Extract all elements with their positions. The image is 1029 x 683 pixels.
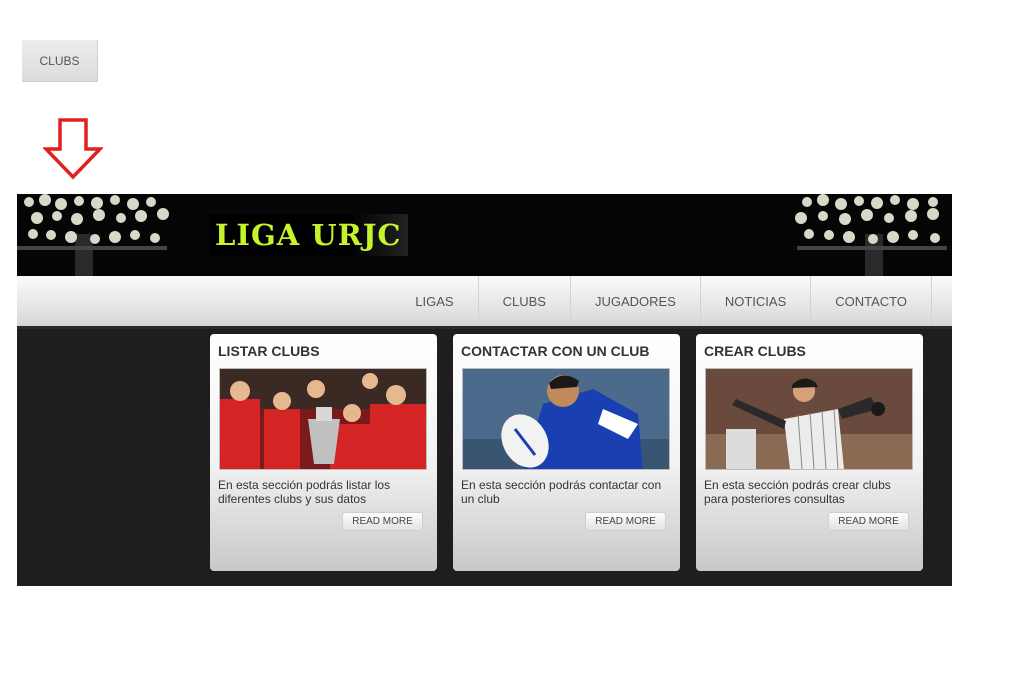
card-title: LISTAR CLUBS	[218, 343, 320, 359]
nav-item-jugadores[interactable]: JUGADORES	[569, 276, 700, 326]
nav-item-label: CONTACTO	[835, 293, 907, 309]
clubs-tab-label: CLUBS	[39, 53, 80, 68]
card-contactar-club: CONTACTAR CON UN CLUB En esta sección po…	[453, 334, 680, 571]
nav-item-label: LIGAS	[415, 293, 454, 309]
card-description: En esta sección podrás contactar con un …	[461, 478, 662, 506]
football-team-image	[219, 368, 427, 470]
main-navigation: LIGAS CLUBS JUGADORES NOTICIAS CONTACTO	[17, 276, 952, 329]
nav-item-ligas[interactable]: LIGAS	[391, 276, 477, 326]
read-more-button[interactable]: READ MORE	[828, 512, 909, 531]
nav-item-noticias[interactable]: NOTICIAS	[699, 276, 810, 326]
clubs-tab[interactable]: CLUBS	[22, 40, 98, 82]
card-listar-clubs: LISTAR CLUBS En esta sección podrás list…	[210, 334, 437, 571]
card-crear-clubs: CREAR CLUBS En esta sección podrás crear…	[696, 334, 923, 571]
read-more-button[interactable]: READ MORE	[342, 512, 423, 531]
nav-item-clubs[interactable]: CLUBS	[477, 276, 570, 326]
card-title: CREAR CLUBS	[704, 343, 806, 359]
website-preview: LIGA URJC LIGAS CLUBS JUGADORES NOTICIAS…	[17, 194, 952, 586]
nav-item-contacto[interactable]: CONTACTO	[810, 276, 932, 326]
card-title: CONTACTAR CON UN CLUB	[461, 343, 650, 359]
rugby-player-image	[462, 368, 670, 470]
read-more-button[interactable]: READ MORE	[585, 512, 666, 531]
site-header: LIGA URJC	[17, 194, 952, 276]
baseball-player-image	[705, 368, 913, 470]
nav-item-label: NOTICIAS	[724, 293, 787, 309]
nav-item-label: CLUBS	[502, 293, 546, 309]
site-logo[interactable]: LIGA URJC	[209, 214, 408, 256]
nav-item-label: JUGADORES	[594, 293, 676, 309]
site-logo-text: LIGA URJC	[215, 218, 402, 252]
card-description: En esta sección podrás listar los difere…	[218, 478, 391, 506]
down-arrow-icon	[43, 118, 103, 180]
card-description: En esta sección podrás crear clubs para …	[704, 478, 891, 506]
stadium-lights-right-icon	[795, 194, 947, 276]
stadium-lights-left-icon	[17, 194, 169, 276]
